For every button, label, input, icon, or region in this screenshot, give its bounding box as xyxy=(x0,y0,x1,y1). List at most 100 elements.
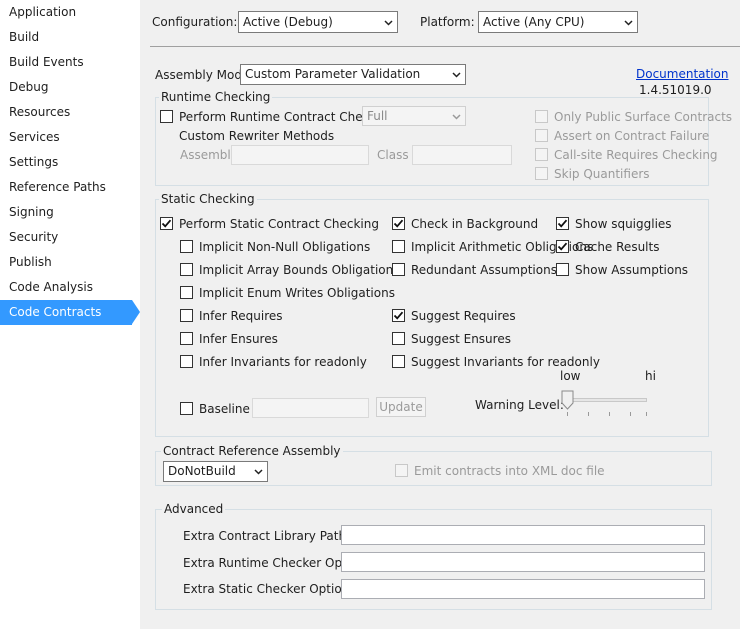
runtime-level-select[interactable]: Full xyxy=(362,106,466,126)
only-public-checkbox[interactable] xyxy=(535,110,548,123)
configuration-select[interactable]: Active (Debug) xyxy=(238,11,398,33)
extra-library-label: Extra Contract Library Paths xyxy=(183,529,353,543)
infer-ensures-label: Infer Ensures xyxy=(199,332,278,346)
chevron-down-icon xyxy=(452,114,461,120)
sidebar-item-code-analysis[interactable]: Code Analysis xyxy=(0,275,132,300)
rewriter-class-input[interactable] xyxy=(412,145,512,165)
runtime-level-value: Full xyxy=(367,109,388,123)
sidebar-item-publish[interactable]: Publish xyxy=(0,250,132,275)
assembly-mode-select[interactable]: Custom Parameter Validation xyxy=(240,64,466,85)
platform-select[interactable]: Active (Any CPU) xyxy=(478,11,638,33)
arithmetic-checkbox[interactable] xyxy=(392,240,405,253)
assembly-label: Assembly xyxy=(180,148,238,162)
callsite-checkbox[interactable] xyxy=(535,148,548,161)
baseline-label: Baseline xyxy=(199,402,250,416)
chevron-down-icon xyxy=(384,20,393,26)
infer-ensures-checkbox[interactable] xyxy=(180,332,193,345)
custom-rewriter-label: Custom Rewriter Methods xyxy=(179,129,335,143)
extra-static-label: Extra Static Checker Options xyxy=(183,582,356,596)
warning-low-label: low xyxy=(560,369,581,383)
sidebar-item-reference-paths[interactable]: Reference Paths xyxy=(0,175,132,200)
sidebar-item-signing[interactable]: Signing xyxy=(0,200,132,225)
sidebar-item-build[interactable]: Build xyxy=(0,25,132,50)
assert-failure-checkbox[interactable] xyxy=(535,129,548,142)
configuration-value: Active (Debug) xyxy=(243,15,333,29)
enum-writes-label: Implicit Enum Writes Obligations xyxy=(199,286,395,300)
perform-runtime-checkbox[interactable] xyxy=(160,110,173,123)
sidebar-item-services[interactable]: Services xyxy=(0,125,132,150)
emit-xml-label: Emit contracts into XML doc file xyxy=(414,464,605,478)
sidebar: Application Build Build Events Debug Res… xyxy=(0,0,140,629)
show-squigglies-checkbox[interactable] xyxy=(556,217,569,230)
platform-value: Active (Any CPU) xyxy=(483,15,585,29)
checkmark-icon xyxy=(393,311,404,320)
sidebar-item-code-contracts[interactable]: Code Contracts xyxy=(0,300,140,325)
infer-requires-checkbox[interactable] xyxy=(180,309,193,322)
skip-quantifiers-checkbox[interactable] xyxy=(535,167,548,180)
reference-assembly-value: DoNotBuild xyxy=(168,464,236,478)
sidebar-item-application[interactable]: Application xyxy=(0,0,132,25)
suggest-requires-checkbox[interactable] xyxy=(392,309,405,322)
warning-level-thumb[interactable] xyxy=(561,390,574,410)
nonnull-checkbox[interactable] xyxy=(180,240,193,253)
assembly-mode-value: Custom Parameter Validation xyxy=(245,67,421,81)
redundant-assumptions-checkbox[interactable] xyxy=(392,263,405,276)
baseline-checkbox[interactable] xyxy=(180,402,193,415)
infer-invariants-label: Infer Invariants for readonly xyxy=(199,355,367,369)
enum-writes-checkbox[interactable] xyxy=(180,286,193,299)
extra-library-input[interactable] xyxy=(341,525,705,545)
sidebar-item-build-events[interactable]: Build Events xyxy=(0,50,132,75)
suggest-invariants-label: Suggest Invariants for readonly xyxy=(411,355,600,369)
infer-requires-label: Infer Requires xyxy=(199,309,283,323)
warning-tick xyxy=(646,412,647,416)
chevron-down-icon xyxy=(624,20,633,26)
chevron-down-icon xyxy=(254,469,263,475)
array-bounds-checkbox[interactable] xyxy=(180,263,193,276)
sidebar-item-debug[interactable]: Debug xyxy=(0,75,132,100)
platform-label: Platform: xyxy=(420,15,475,29)
infer-invariants-checkbox[interactable] xyxy=(180,355,193,368)
cache-results-checkbox[interactable] xyxy=(556,240,569,253)
checkmark-icon xyxy=(557,242,568,251)
suggest-invariants-checkbox[interactable] xyxy=(392,355,405,368)
assert-failure-label: Assert on Contract Failure xyxy=(554,129,710,143)
perform-static-checkbox[interactable] xyxy=(160,217,173,230)
runtime-checking-title: Runtime Checking xyxy=(159,90,273,104)
version-text: 1.4.51019.0 xyxy=(639,83,712,97)
assembly-mode-label: Assembly Mode: xyxy=(155,68,254,82)
nonnull-label: Implicit Non-Null Obligations xyxy=(199,240,371,254)
only-public-label: Only Public Surface Contracts xyxy=(554,110,733,124)
advanced-title: Advanced xyxy=(162,502,226,516)
show-squigglies-label: Show squigglies xyxy=(575,217,672,231)
show-assumptions-checkbox[interactable] xyxy=(556,263,569,276)
rewriter-assembly-input[interactable] xyxy=(231,145,369,165)
check-background-checkbox[interactable] xyxy=(392,217,405,230)
sidebar-item-security[interactable]: Security xyxy=(0,225,132,250)
baseline-input[interactable] xyxy=(252,398,369,418)
extra-runtime-input[interactable] xyxy=(341,552,705,572)
checkmark-icon xyxy=(557,219,568,228)
suggest-ensures-checkbox[interactable] xyxy=(392,332,405,345)
array-bounds-label: Implicit Array Bounds Obligations xyxy=(199,263,400,277)
sidebar-item-settings[interactable]: Settings xyxy=(0,150,132,175)
emit-xml-checkbox[interactable] xyxy=(395,464,408,477)
update-button[interactable]: Update xyxy=(376,397,426,417)
warning-tick xyxy=(609,412,610,416)
warning-level-track[interactable] xyxy=(563,398,647,402)
sidebar-item-resources[interactable]: Resources xyxy=(0,100,132,125)
show-assumptions-label: Show Assumptions xyxy=(575,263,689,277)
checkmark-icon xyxy=(161,219,172,228)
extra-static-input[interactable] xyxy=(341,579,705,599)
callsite-label: Call-site Requires Checking xyxy=(554,148,718,162)
cache-results-label: Cache Results xyxy=(575,240,660,254)
header-divider xyxy=(150,46,740,47)
documentation-link[interactable]: Documentation xyxy=(636,67,729,81)
warning-tick xyxy=(567,412,568,416)
redundant-assumptions-label: Redundant Assumptions xyxy=(411,263,557,277)
static-checking-title: Static Checking xyxy=(159,192,257,206)
suggest-requires-label: Suggest Requires xyxy=(411,309,516,323)
reference-assembly-select[interactable]: DoNotBuild xyxy=(163,461,268,482)
suggest-ensures-label: Suggest Ensures xyxy=(411,332,511,346)
skip-quantifiers-label: Skip Quantifiers xyxy=(554,167,650,181)
warning-tick xyxy=(630,412,631,416)
